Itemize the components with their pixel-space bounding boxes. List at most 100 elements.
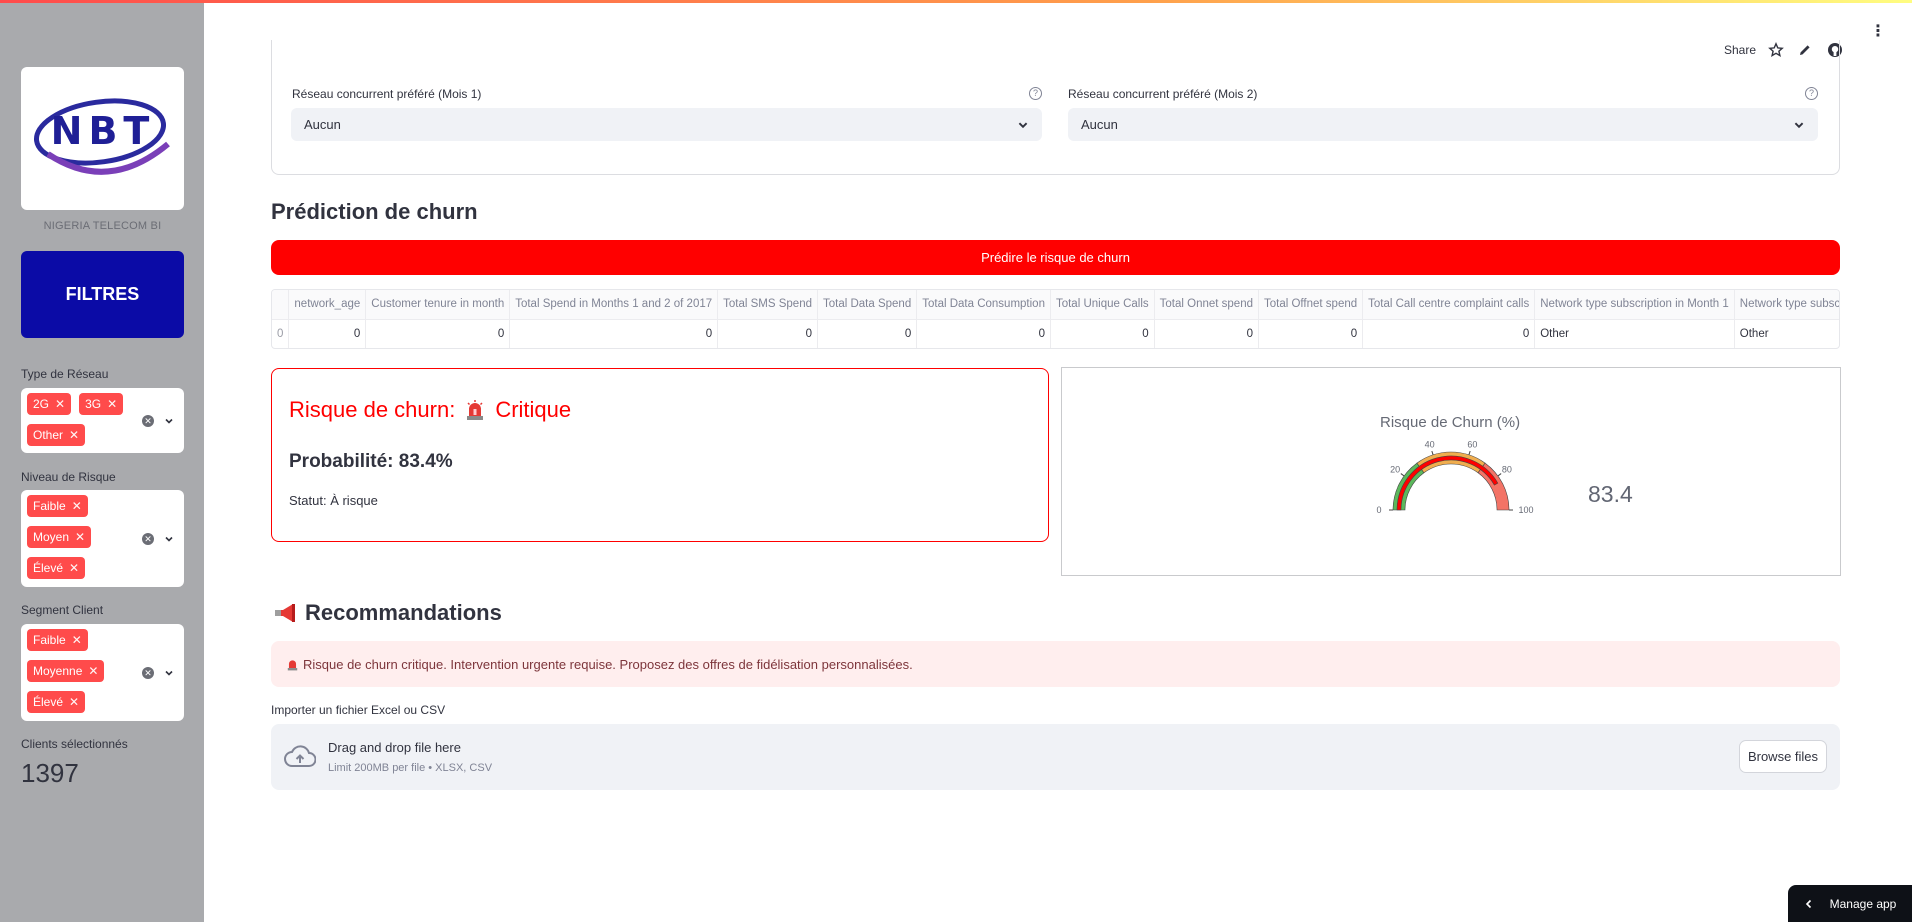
risk-level-multiselect[interactable]: Faible ✕ Moyen ✕ Élevé ✕ ✕ bbox=[21, 490, 184, 587]
tag-moyenne: Moyenne ✕ bbox=[27, 660, 105, 682]
column-header[interactable]: Total Onnet spend bbox=[1154, 290, 1260, 320]
tag-faible: Faible ✕ bbox=[27, 629, 88, 651]
table-cell[interactable]: 0 bbox=[916, 319, 1051, 348]
chevron-down-icon[interactable] bbox=[164, 534, 174, 544]
risk-title: Risque de churn: Critique bbox=[289, 397, 571, 423]
chevron-down-icon bbox=[1794, 122, 1804, 128]
risk-card: Risque de churn: Critique Probabilité: 8… bbox=[271, 368, 1049, 542]
remove-tag-icon[interactable]: ✕ bbox=[69, 557, 79, 579]
siren-icon bbox=[287, 659, 298, 670]
gauge-tick bbox=[1497, 473, 1502, 477]
tag-3g: 3G ✕ bbox=[79, 393, 124, 415]
column-header[interactable]: Total Data Spend bbox=[817, 290, 918, 320]
competitor-m1-label: Réseau concurrent préféré (Mois 1) bbox=[292, 87, 482, 101]
input-table: network_age Customer tenure in month Tot… bbox=[272, 290, 1839, 348]
column-header[interactable]: network_age bbox=[288, 290, 367, 320]
browse-files-button[interactable]: Browse files bbox=[1739, 740, 1827, 773]
risk-status: Statut: À risque bbox=[289, 493, 378, 508]
clear-all-icon[interactable]: ✕ bbox=[142, 666, 154, 679]
recommendation-text: Risque de churn critique. Intervention u… bbox=[303, 656, 913, 672]
segment-label: Segment Client bbox=[21, 603, 104, 617]
clear-all-icon[interactable]: ✕ bbox=[142, 532, 154, 545]
nbt-logo-icon: NBT bbox=[33, 97, 170, 175]
company-logo: NBT bbox=[21, 67, 184, 210]
siren-icon bbox=[467, 400, 484, 420]
input-dataframe[interactable]: network_age Customer tenure in month Tot… bbox=[271, 289, 1840, 349]
prediction-heading: Prédiction de churn bbox=[271, 199, 478, 224]
gauge-value: 83.4 bbox=[1588, 481, 1633, 507]
column-header[interactable]: Total SMS Spend bbox=[717, 290, 818, 320]
more-menu-icon[interactable]: ⋮ bbox=[1870, 24, 1886, 40]
gauge-tick-label: 0 bbox=[1376, 505, 1381, 515]
help-icon[interactable]: ? bbox=[1029, 87, 1042, 100]
gauge-tick bbox=[1468, 450, 1471, 455]
table-cell[interactable]: Other bbox=[1534, 319, 1735, 348]
gauge-tick-label: 40 bbox=[1425, 439, 1435, 449]
table-cell[interactable]: 0 bbox=[817, 319, 918, 348]
gauge-tick bbox=[1400, 473, 1405, 477]
table-cell[interactable]: 0 bbox=[365, 319, 511, 348]
gauge-tick-label: 100 bbox=[1518, 505, 1533, 515]
upload-label: Importer un fichier Excel ou CSV bbox=[271, 703, 446, 717]
dropzone-limits: Limit 200MB per file • XLSX, CSV bbox=[328, 762, 493, 774]
sidebar: NBT NIGERIA TELECOM BI FILTRES Type de R… bbox=[0, 0, 204, 922]
column-header[interactable]: Total Unique Calls bbox=[1050, 290, 1155, 320]
chevron-down-icon[interactable] bbox=[164, 668, 174, 678]
column-header[interactable]: Total Data Consumption bbox=[916, 290, 1051, 320]
cloud-upload-icon bbox=[284, 745, 316, 767]
competitor-m2-label: Réseau concurrent préféré (Mois 2) bbox=[1068, 87, 1258, 101]
manage-app-button[interactable]: Manage app bbox=[1788, 885, 1912, 922]
remove-tag-icon[interactable]: ✕ bbox=[69, 424, 79, 446]
gauge-tick bbox=[1431, 450, 1434, 455]
remove-tag-icon[interactable]: ✕ bbox=[72, 629, 82, 651]
recommendations-heading: Recommandations bbox=[305, 600, 502, 625]
remove-tag-icon[interactable]: ✕ bbox=[75, 526, 85, 548]
remove-tag-icon[interactable]: ✕ bbox=[88, 660, 98, 682]
tag-faible: Faible ✕ bbox=[27, 495, 88, 517]
chevron-down-icon[interactable] bbox=[164, 416, 174, 426]
column-header[interactable]: Network type subscription in Month 1 bbox=[1534, 290, 1735, 320]
recommendations-heading-row: Recommandations bbox=[273, 600, 502, 626]
table-cell[interactable]: 0 bbox=[1258, 319, 1364, 348]
chevron-down-icon bbox=[1018, 122, 1028, 128]
file-dropzone[interactable]: Drag and drop file here Limit 200MB per … bbox=[271, 724, 1840, 790]
competitor-m2-select[interactable]: Aucun bbox=[1068, 108, 1818, 141]
segment-multiselect[interactable]: Faible ✕ Moyenne ✕ Élevé ✕ ✕ bbox=[21, 624, 184, 721]
filters-header: FILTRES bbox=[21, 251, 184, 338]
remove-tag-icon[interactable]: ✕ bbox=[69, 691, 79, 713]
table-cell[interactable]: 0 bbox=[1050, 319, 1155, 348]
table-cell[interactable]: 0 bbox=[1362, 319, 1536, 348]
remove-tag-icon[interactable]: ✕ bbox=[55, 393, 65, 415]
competitor-m2-value: Aucun bbox=[1081, 117, 1118, 132]
column-header[interactable]: Network type subscrip bbox=[1734, 290, 1839, 320]
table-cell[interactable]: 0 bbox=[288, 319, 367, 348]
network-type-multiselect[interactable]: 2G ✕ 3G ✕ Other ✕ ✕ bbox=[21, 388, 184, 453]
remove-tag-icon[interactable]: ✕ bbox=[72, 495, 82, 517]
selected-clients-count: 1397 bbox=[21, 758, 79, 788]
competitor-m1-select[interactable]: Aucun bbox=[291, 108, 1042, 141]
clear-all-icon[interactable]: ✕ bbox=[142, 414, 154, 427]
column-header[interactable] bbox=[272, 290, 290, 320]
remove-tag-icon[interactable]: ✕ bbox=[107, 393, 117, 415]
top-decoration-bar bbox=[0, 0, 1912, 3]
recommendation-alert: Risque de churn critique. Intervention u… bbox=[271, 641, 1840, 687]
churn-probability: Probabilité: 83.4% bbox=[289, 451, 453, 472]
table-cell[interactable]: 0 bbox=[1154, 319, 1260, 348]
table-cell[interactable]: Other bbox=[1734, 319, 1839, 348]
gauge-tick-label: 80 bbox=[1502, 464, 1512, 474]
help-icon[interactable]: ? bbox=[1805, 87, 1818, 100]
column-header[interactable]: Total Offnet spend bbox=[1258, 290, 1364, 320]
column-header[interactable]: Total Spend in Months 1 and 2 of 2017 bbox=[509, 290, 719, 320]
tag-moyen: Moyen ✕ bbox=[27, 526, 92, 548]
tag-2g: 2G ✕ bbox=[27, 393, 72, 415]
manage-app-label: Manage app bbox=[1829, 896, 1897, 911]
table-cell[interactable]: 0 bbox=[509, 319, 719, 348]
predict-churn-button[interactable]: Prédire le risque de churn bbox=[271, 240, 1840, 275]
chevron-left-icon bbox=[1805, 899, 1811, 908]
table-cell[interactable]: 0 bbox=[717, 319, 818, 348]
tag-eleve: Élevé ✕ bbox=[27, 557, 86, 579]
column-header[interactable]: Total Call centre complaint calls bbox=[1362, 290, 1536, 320]
megaphone-icon bbox=[275, 604, 295, 622]
column-header[interactable]: Customer tenure in month bbox=[365, 290, 511, 320]
risk-level: Critique bbox=[495, 397, 572, 422]
